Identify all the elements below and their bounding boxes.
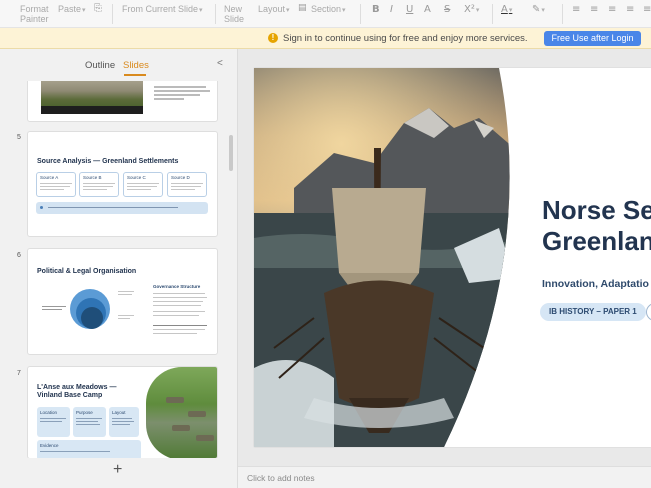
slide-thumbnail-5[interactable]: Source Analysis — Greenland Settlements … <box>27 131 218 237</box>
notes-pane[interactable]: Click to add notes <box>238 466 651 488</box>
section-label: Section <box>311 4 342 14</box>
align-right-icon[interactable]: ≡ <box>608 4 616 15</box>
chevron-down-icon: ▾ <box>342 7 346 14</box>
collapse-panel-icon[interactable]: < <box>217 58 223 69</box>
slide-number: 6 <box>17 252 21 259</box>
side-heading: Governance Structure <box>153 284 201 289</box>
from-current-slide-label: From Current Slide <box>122 4 199 14</box>
info-box: Purpose <box>73 407 106 437</box>
justify-icon[interactable]: ≡ <box>626 4 634 15</box>
free-use-login-button[interactable]: Free Use after Login <box>544 31 641 46</box>
add-slide-icon[interactable]: + <box>113 461 122 479</box>
thumbnail-title: Political & Legal Organisation <box>37 268 137 275</box>
tab-outline[interactable]: Outline <box>85 60 115 71</box>
panel-tabs: Outline Slides < <box>0 49 238 81</box>
current-slide[interactable]: Norse Se Greenlan Innovation, Adaptatio I… <box>254 68 651 447</box>
align-left-icon[interactable]: ≡ <box>572 4 580 15</box>
slide-title: Norse Se Greenlan <box>542 195 651 256</box>
viking-ship-photo <box>254 68 510 447</box>
source-card: Source C <box>123 172 163 197</box>
paste-label: Paste <box>58 4 82 14</box>
paste-button[interactable]: Paste▾ <box>58 4 86 16</box>
active-tab-indicator <box>124 74 146 76</box>
underline-icon[interactable]: U <box>406 4 413 15</box>
thumbnail-image <box>146 367 217 458</box>
strikethrough-icon[interactable]: S <box>444 4 450 15</box>
panel-scrollbar[interactable] <box>229 135 233 171</box>
bold-icon[interactable]: B <box>372 4 380 15</box>
info-box: Location <box>37 407 70 437</box>
sign-in-notice-bar: ! Sign in to continue using for free and… <box>0 28 651 49</box>
section-button[interactable]: Section▾ <box>311 4 346 16</box>
warning-icon: ! <box>268 33 278 43</box>
notes-placeholder: Click to add notes <box>247 473 315 483</box>
chevron-down-icon: ▾ <box>286 7 290 14</box>
slide-number: 5 <box>17 134 21 141</box>
align-center-icon[interactable]: ≡ <box>590 4 598 15</box>
from-current-slide-button[interactable]: From Current Slide▾ <box>122 4 203 16</box>
layout-label: Layout <box>258 4 286 14</box>
clipboard-icon[interactable]: ⎘ <box>94 3 102 14</box>
tab-slides[interactable]: Slides <box>123 60 149 71</box>
slide-subtitle: Innovation, Adaptatio <box>542 278 649 290</box>
ribbon-toolbar: Format Painter Paste▾ ⎘ From Current Sli… <box>0 0 651 28</box>
distribute-icon[interactable]: ≡ <box>643 4 651 15</box>
source-card: Source D <box>167 172 207 197</box>
info-box: Layout <box>109 407 139 437</box>
slide-thumbnail-6[interactable]: Political & Legal Organisation Governanc… <box>27 248 218 355</box>
slide-number: 7 <box>17 370 21 377</box>
text-effect-icon[interactable]: A <box>424 4 431 15</box>
summary-band <box>36 202 208 214</box>
thumbnail-image <box>41 81 143 114</box>
course-tag: IB HISTORY – PAPER 1 <box>540 303 646 321</box>
font-color-icon[interactable]: A▾ <box>501 4 512 15</box>
section-icon: ▤ <box>298 3 307 13</box>
source-card: Source B <box>79 172 119 197</box>
source-card: Source A <box>36 172 76 197</box>
slide-thumbnail-7[interactable]: L'Anse aux Meadows — Vinland Base Camp Lo… <box>27 366 218 458</box>
slide-thumbnails: 5 Source Analysis — Greenland Settlement… <box>0 81 238 458</box>
highlight-icon[interactable]: ✎▾ <box>532 4 545 15</box>
chevron-down-icon: ▾ <box>199 7 203 14</box>
format-painter-button[interactable]: Format Painter <box>20 4 49 24</box>
slides-panel: Outline Slides < 5 Source Analysis — Gre… <box>0 49 238 488</box>
notice-message: Sign in to continue using for free and e… <box>283 33 528 44</box>
thumbnail-title: Source Analysis — Greenland Settlements <box>37 158 179 165</box>
slide-thumbnail-4[interactable] <box>27 81 218 122</box>
new-slide-button[interactable]: New Slide <box>224 4 244 24</box>
info-box: Evidence <box>37 440 141 458</box>
superscript-icon[interactable]: X²▾ <box>464 4 479 15</box>
slide-editor: Norse Se Greenlan Innovation, Adaptatio I… <box>238 49 651 488</box>
thumbnail-title: L'Anse aux Meadows — Vinland Base Camp <box>37 384 117 399</box>
layout-button[interactable]: Layout▾ <box>258 4 290 16</box>
chevron-down-icon: ▾ <box>82 7 86 14</box>
italic-icon[interactable]: I <box>390 4 393 15</box>
